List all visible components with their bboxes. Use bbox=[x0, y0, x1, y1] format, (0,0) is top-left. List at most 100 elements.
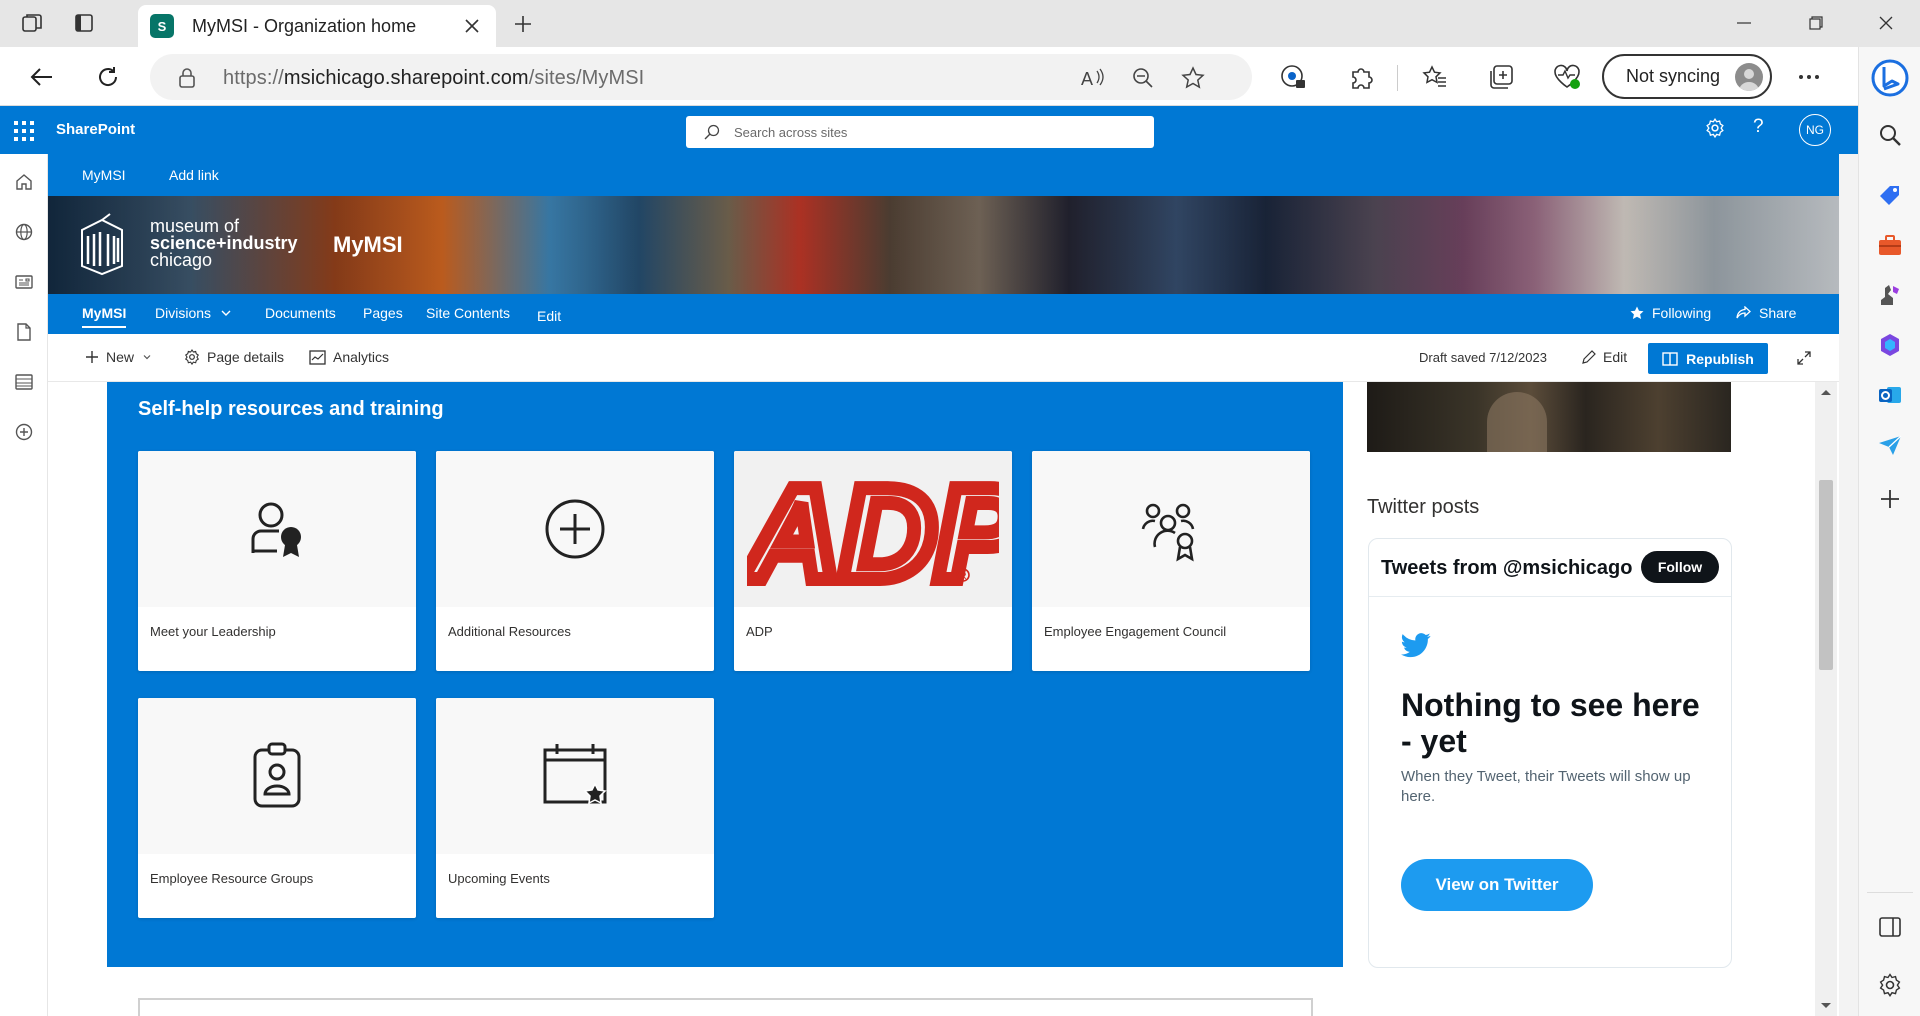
help-icon[interactable]: ? bbox=[1753, 116, 1764, 138]
close-window-icon[interactable] bbox=[1862, 8, 1910, 38]
event-photo[interactable] bbox=[1367, 382, 1731, 452]
lock-icon[interactable] bbox=[178, 67, 196, 89]
workspaces-icon[interactable] bbox=[16, 9, 48, 37]
password-manager-icon[interactable] bbox=[1276, 60, 1310, 94]
site-title[interactable]: MyMSI bbox=[333, 232, 403, 258]
share-button[interactable]: Share bbox=[1736, 305, 1796, 321]
twitter-empty-title: Nothing to see here - yet bbox=[1401, 687, 1700, 759]
favorites-icon[interactable] bbox=[1418, 60, 1452, 94]
expand-icon[interactable] bbox=[1796, 350, 1812, 366]
tile-adp[interactable]: ADP R ADP bbox=[734, 451, 1012, 671]
sharepoint-brand[interactable]: SharePoint bbox=[56, 121, 135, 138]
following-button[interactable]: Following bbox=[1630, 305, 1711, 321]
new-button[interactable]: New bbox=[85, 349, 159, 365]
nav-site-contents[interactable]: Site Contents bbox=[426, 305, 510, 321]
collections-icon[interactable] bbox=[1484, 60, 1518, 94]
news-icon[interactable] bbox=[12, 270, 36, 294]
settings-gear-icon[interactable] bbox=[1705, 118, 1725, 138]
bing-chat-icon[interactable] bbox=[1867, 55, 1913, 101]
tab-actions-icon[interactable] bbox=[68, 9, 100, 37]
tile-employee-engagement-council[interactable]: Employee Engagement Council bbox=[1032, 451, 1310, 671]
nav-edit[interactable]: Edit bbox=[537, 308, 561, 324]
address-bar[interactable]: https://msichicago.sharepoint.com/sites/… bbox=[150, 54, 1252, 100]
tile-employee-resource-groups[interactable]: Employee Resource Groups bbox=[138, 698, 416, 918]
svg-text:A: A bbox=[1081, 69, 1093, 89]
read-aloud-icon[interactable]: A bbox=[1080, 65, 1106, 91]
back-arrow-icon[interactable] bbox=[24, 60, 60, 94]
nav-mymsi[interactable]: MyMSI bbox=[82, 305, 126, 321]
page-scrollbar[interactable] bbox=[1815, 382, 1837, 1016]
search-icon[interactable] bbox=[1874, 119, 1906, 151]
outlook-icon[interactable] bbox=[1874, 379, 1906, 411]
tile-label: Upcoming Events bbox=[448, 871, 550, 886]
page-command-bar: New Page details Analytics Draft saved 7… bbox=[48, 334, 1839, 382]
profile-sync-button[interactable]: Not syncing bbox=[1602, 54, 1772, 99]
search-input[interactable]: Search across sites bbox=[686, 116, 1154, 148]
zoom-out-icon[interactable] bbox=[1130, 65, 1156, 91]
tile-additional-resources[interactable]: Additional Resources bbox=[436, 451, 714, 671]
page-details-button[interactable]: Page details bbox=[184, 349, 284, 365]
new-label: New bbox=[106, 349, 135, 365]
extensions-icon[interactable] bbox=[1344, 60, 1378, 94]
url-text[interactable]: https://msichicago.sharepoint.com/sites/… bbox=[223, 67, 644, 90]
msi-logo-icon bbox=[78, 212, 134, 276]
chevron-down-icon[interactable] bbox=[220, 307, 232, 319]
person-ribbon-icon bbox=[251, 502, 301, 557]
url-path: /sites/MyMSI bbox=[528, 67, 645, 89]
globe-icon[interactable] bbox=[12, 220, 36, 244]
tile-meet-your-leadership[interactable]: Meet your Leadership bbox=[138, 451, 416, 671]
twitter-follow-button[interactable]: Follow bbox=[1641, 551, 1719, 583]
tools-icon[interactable] bbox=[1874, 229, 1906, 261]
browser-tab-active[interactable]: S MyMSI - Organization home bbox=[138, 5, 496, 47]
page-details-label: Page details bbox=[207, 349, 285, 365]
next-section-preview bbox=[138, 998, 1313, 1016]
close-tab-icon[interactable] bbox=[460, 14, 484, 38]
analytics-button[interactable]: Analytics bbox=[309, 349, 389, 365]
sidebar-settings-icon[interactable] bbox=[1874, 969, 1906, 1001]
create-icon[interactable] bbox=[12, 420, 36, 444]
files-icon[interactable] bbox=[12, 320, 36, 344]
microsoft-365-icon[interactable] bbox=[1874, 329, 1906, 361]
banner-photo bbox=[48, 196, 1839, 294]
browser-toolbar: https://msichicago.sharepoint.com/sites/… bbox=[0, 47, 1920, 106]
nav-documents[interactable]: Documents bbox=[265, 305, 336, 321]
sidebar-toggle-icon[interactable] bbox=[1874, 911, 1906, 943]
user-avatar[interactable]: NG bbox=[1799, 114, 1831, 146]
calendar-star-icon bbox=[543, 744, 607, 805]
shopping-tag-icon[interactable] bbox=[1874, 179, 1906, 211]
hub-add-link[interactable]: Add link bbox=[169, 167, 219, 183]
browser-tab-bar: S MyMSI - Organization home bbox=[0, 0, 1920, 47]
sharepoint-suite-bar: SharePoint Search across sites ? NG bbox=[0, 106, 1858, 154]
lists-icon[interactable] bbox=[12, 370, 36, 394]
republish-button[interactable]: Republish bbox=[1648, 343, 1768, 374]
games-icon[interactable] bbox=[1874, 279, 1906, 311]
tile-image bbox=[436, 451, 714, 607]
more-options-icon[interactable] bbox=[1792, 60, 1826, 94]
hub-link-mymsi[interactable]: MyMSI bbox=[82, 167, 126, 183]
share-label: Share bbox=[1759, 305, 1797, 321]
home-icon[interactable] bbox=[12, 170, 36, 194]
refresh-icon[interactable] bbox=[90, 60, 126, 94]
nav-divisions[interactable]: Divisions bbox=[155, 305, 211, 321]
sidebar-divider bbox=[1867, 892, 1913, 893]
following-label: Following bbox=[1652, 305, 1712, 321]
twitter-header-title[interactable]: Tweets from @msichicago bbox=[1381, 557, 1632, 580]
drop-send-icon[interactable] bbox=[1874, 429, 1906, 461]
restore-icon[interactable] bbox=[1792, 8, 1840, 38]
nav-pages[interactable]: Pages bbox=[363, 305, 403, 321]
tile-upcoming-events[interactable]: Upcoming Events bbox=[436, 698, 714, 918]
edit-button[interactable]: Edit bbox=[1581, 349, 1627, 365]
scroll-up-arrow-icon[interactable] bbox=[1820, 388, 1832, 396]
add-sidebar-app-icon[interactable] bbox=[1874, 483, 1906, 515]
tile-image bbox=[138, 698, 416, 854]
hub-navigation: MyMSI Add link bbox=[48, 154, 1839, 196]
new-tab-icon[interactable] bbox=[508, 10, 538, 38]
view-on-twitter-button[interactable]: View on Twitter bbox=[1401, 859, 1593, 911]
scrollbar-thumb[interactable] bbox=[1819, 480, 1833, 670]
search-icon bbox=[704, 124, 720, 140]
favorite-star-icon[interactable] bbox=[1180, 65, 1206, 91]
scroll-down-arrow-icon[interactable] bbox=[1820, 1002, 1832, 1010]
minimize-icon[interactable] bbox=[1720, 8, 1768, 38]
browser-essentials-icon[interactable] bbox=[1550, 60, 1584, 94]
app-launcher-icon[interactable] bbox=[12, 119, 34, 141]
